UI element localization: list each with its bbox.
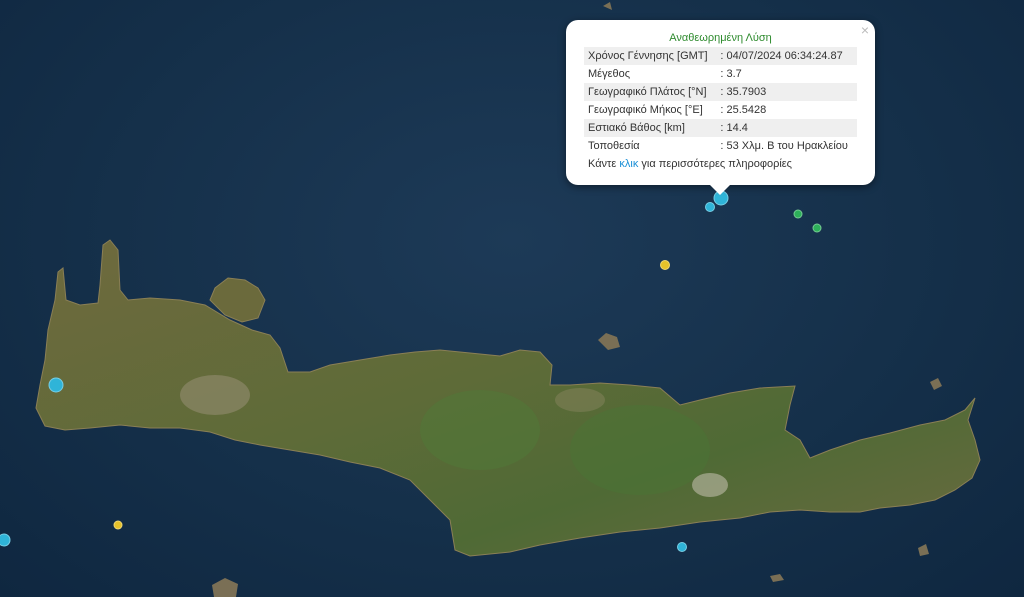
lefka-ori-mountains: [180, 375, 250, 415]
earthquake-details-table: Χρόνος Γέννησης [GMT]04/07/2024 06:34:24…: [584, 47, 857, 155]
detail-value: 3.7: [716, 65, 857, 83]
detail-value: 04/07/2024 06:34:24.87: [716, 47, 857, 65]
earthquake-info-popup: × Αναθεωρημένη Λύση Χρόνος Γέννησης [GMT…: [566, 20, 875, 195]
dikti-mountains: [692, 473, 728, 497]
earthquake-marker[interactable]: [48, 377, 64, 393]
detail-label: Τοποθεσία: [588, 140, 640, 152]
detail-label: Γεωγραφικό Πλάτος [°N]: [584, 83, 717, 101]
detail-row: Χρόνος Γέννησης [GMT]04/07/2024 06:34:24…: [584, 47, 857, 65]
dia-island: [598, 333, 620, 350]
detail-label: Γεωγραφικό Μήκος [°E]: [588, 104, 703, 116]
psiloritis-mountains: [555, 388, 605, 412]
detail-row: Τοποθεσία 53 Χλμ. Β του Ηρακλείου: [584, 137, 857, 155]
earthquake-marker[interactable]: [705, 202, 715, 212]
detail-label: Εστιακό Βάθος [km]: [584, 119, 717, 137]
detail-row: Γεωγραφικό Πλάτος [°N]35.7903: [584, 83, 857, 101]
detail-row: Μέγεθος 3.7: [584, 65, 857, 83]
earthquake-marker[interactable]: [677, 542, 687, 552]
popup-title: Αναθεωρημένη Λύση: [669, 32, 772, 44]
map-view[interactable]: × Αναθεωρημένη Λύση Χρόνος Γέννησης [GMT…: [0, 0, 1024, 597]
detail-label: Μέγεθος: [588, 68, 631, 80]
detail-value: 14.4: [716, 119, 857, 137]
central-plain: [420, 390, 540, 470]
detail-value: 53 Χλμ. Β του Ηρακλείου: [716, 137, 857, 155]
earthquake-marker[interactable]: [113, 520, 123, 530]
islet-north: [603, 2, 612, 10]
detail-row: Γεωγραφικό Μήκος [°E] 25.5428: [584, 101, 857, 119]
earthquake-marker[interactable]: [660, 260, 670, 270]
close-icon[interactable]: ×: [861, 22, 869, 38]
detail-value: 25.5428: [716, 101, 857, 119]
detail-label: Χρόνος Γέννησης [GMT]: [584, 47, 717, 65]
islet-south: [770, 574, 784, 582]
detail-value: 35.7903: [716, 83, 857, 101]
earthquake-marker[interactable]: [812, 223, 822, 233]
detail-row: Εστιακό Βάθος [km]14.4: [584, 119, 857, 137]
gavdos-island: [212, 578, 238, 597]
more-info-link[interactable]: κλικ: [619, 158, 638, 170]
islet-south-east: [918, 544, 929, 556]
popup-footer: Κάντε κλικ για περισσότερες πληροφορίες: [588, 158, 792, 170]
earthquake-marker[interactable]: [793, 209, 803, 219]
islet-east: [930, 378, 942, 390]
